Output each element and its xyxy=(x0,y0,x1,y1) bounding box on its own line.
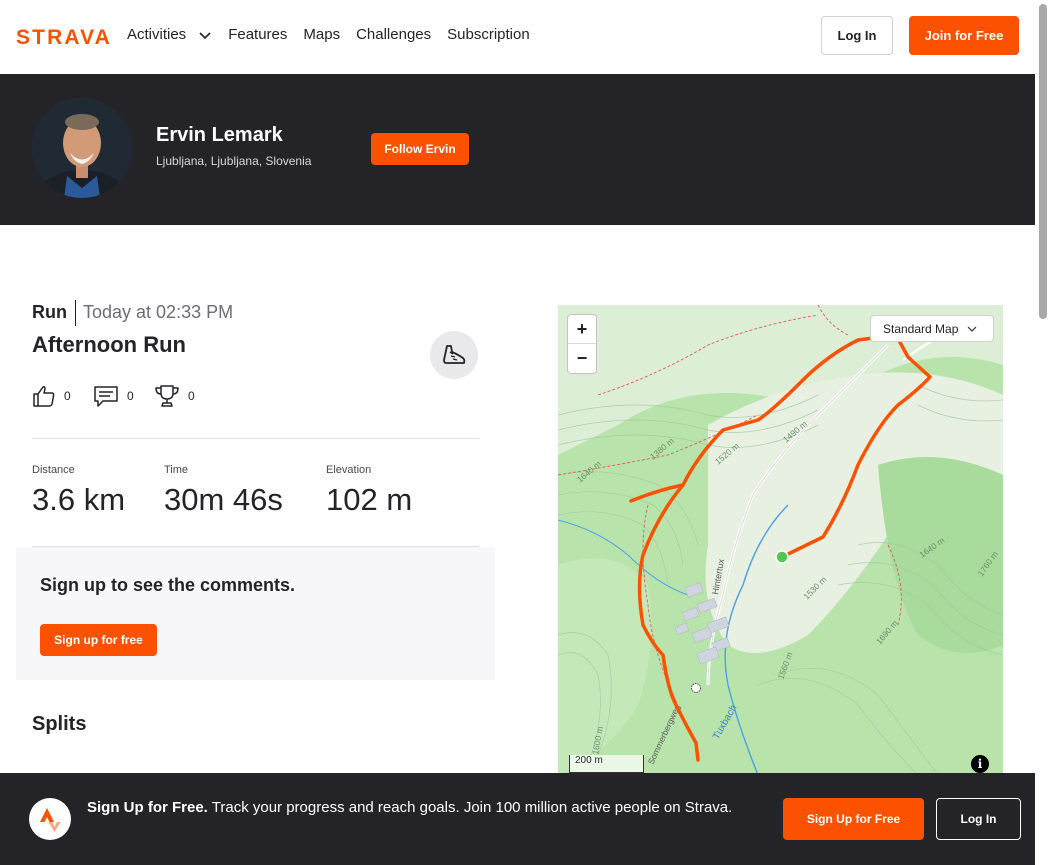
banner-message: Sign Up for Free. Track your progress an… xyxy=(87,797,747,819)
map-canvas: 1380 m 1520 m 1490 m 1640 m Hintertux 15… xyxy=(558,305,1003,775)
zoom-in-button[interactable]: + xyxy=(568,315,596,344)
strava-chevron-icon xyxy=(40,808,61,832)
athlete-header: Ervin Lemark Ljubljana, Ljubljana, Slove… xyxy=(0,74,1035,225)
strava-logo[interactable]: STRAVA xyxy=(16,26,112,46)
map-style-select[interactable]: Standard Map xyxy=(870,315,994,342)
map-style-label: Standard Map xyxy=(883,321,959,336)
chevron-down-icon xyxy=(967,326,977,332)
comment-icon xyxy=(94,386,118,407)
stat-value-elevation: 102 m xyxy=(326,482,413,517)
nav-item-label: Activities xyxy=(127,26,187,43)
banner-login-button[interactable]: Log In xyxy=(936,798,1021,840)
join-button[interactable]: Join for Free xyxy=(909,16,1019,55)
avatar[interactable] xyxy=(32,98,132,198)
chevron-down-icon xyxy=(199,32,211,40)
follow-button[interactable]: Follow Ervin xyxy=(371,133,469,165)
comments-value: 0 xyxy=(127,389,134,403)
banner-headline: Sign Up for Free. xyxy=(87,799,208,816)
info-icon[interactable]: i xyxy=(971,755,989,773)
banner-signup-button[interactable]: Sign Up for Free xyxy=(783,798,924,840)
strava-logo-icon: STRAVA xyxy=(16,26,111,46)
nav-item-activities[interactable]: Activities xyxy=(127,25,212,45)
nav-item-features[interactable]: Features xyxy=(228,25,287,45)
stat-label-elevation: Elevation xyxy=(326,464,372,476)
comments-title: Sign up to see the comments. xyxy=(40,575,296,595)
login-button[interactable]: Log In xyxy=(821,16,893,55)
athlete-name[interactable]: Ervin Lemark xyxy=(156,124,283,147)
page: STRAVA Activities Features Maps Challeng… xyxy=(0,0,1050,865)
map-scale: 200 m xyxy=(569,755,644,773)
banner-body: Track your progress and reach goals. Joi… xyxy=(211,799,733,816)
gear-shoe-button[interactable] xyxy=(430,331,478,379)
stat-label-time: Time xyxy=(164,464,189,476)
stat-value-distance: 3.6 km xyxy=(32,482,126,517)
scrollbar-thumb[interactable] xyxy=(1039,4,1047,319)
activity-separator xyxy=(75,300,76,326)
route-map[interactable]: 1380 m 1520 m 1490 m 1640 m Hintertux 15… xyxy=(558,305,1003,775)
avatar-image xyxy=(32,98,132,198)
activity-time: Today at 02:33 PM xyxy=(83,302,234,322)
shoe-icon xyxy=(443,345,466,364)
nav-links: Activities Features Maps Challenges Subs… xyxy=(127,25,530,45)
thumbs-up-icon xyxy=(33,386,55,407)
comments-signup-box: Sign up to see the comments. Sign up for… xyxy=(16,547,495,680)
svg-text:STRAVA: STRAVA xyxy=(16,26,111,46)
stat-label-distance: Distance xyxy=(32,464,75,476)
activity-type: Run xyxy=(32,302,67,322)
trophy-icon xyxy=(155,385,179,407)
divider xyxy=(32,438,479,439)
nav-item-subscription[interactable]: Subscription xyxy=(447,25,530,45)
nav-item-maps[interactable]: Maps xyxy=(303,25,340,45)
nav-item-challenges[interactable]: Challenges xyxy=(356,25,431,45)
achievements-value: 0 xyxy=(188,389,195,403)
kudos-count[interactable]: 0 xyxy=(32,384,71,408)
achievements-count[interactable]: 0 xyxy=(154,384,195,408)
signup-free-button[interactable]: Sign up for free xyxy=(40,624,157,656)
signup-banner: Sign Up for Free. Track your progress an… xyxy=(0,773,1035,865)
splits-title: Splits xyxy=(32,713,87,735)
comments-count[interactable]: 0 xyxy=(93,384,134,408)
athlete-location: Ljubljana, Ljubljana, Slovenia xyxy=(156,154,312,168)
activity-title: Afternoon Run xyxy=(32,332,186,357)
top-nav: STRAVA Activities Features Maps Challeng… xyxy=(0,0,1035,74)
strava-app-icon xyxy=(29,798,71,840)
zoom-out-button[interactable]: − xyxy=(568,344,596,373)
kudos-value: 0 xyxy=(64,389,71,403)
stat-value-time: 30m 46s xyxy=(164,482,283,517)
zoom-control: + − xyxy=(567,314,597,374)
